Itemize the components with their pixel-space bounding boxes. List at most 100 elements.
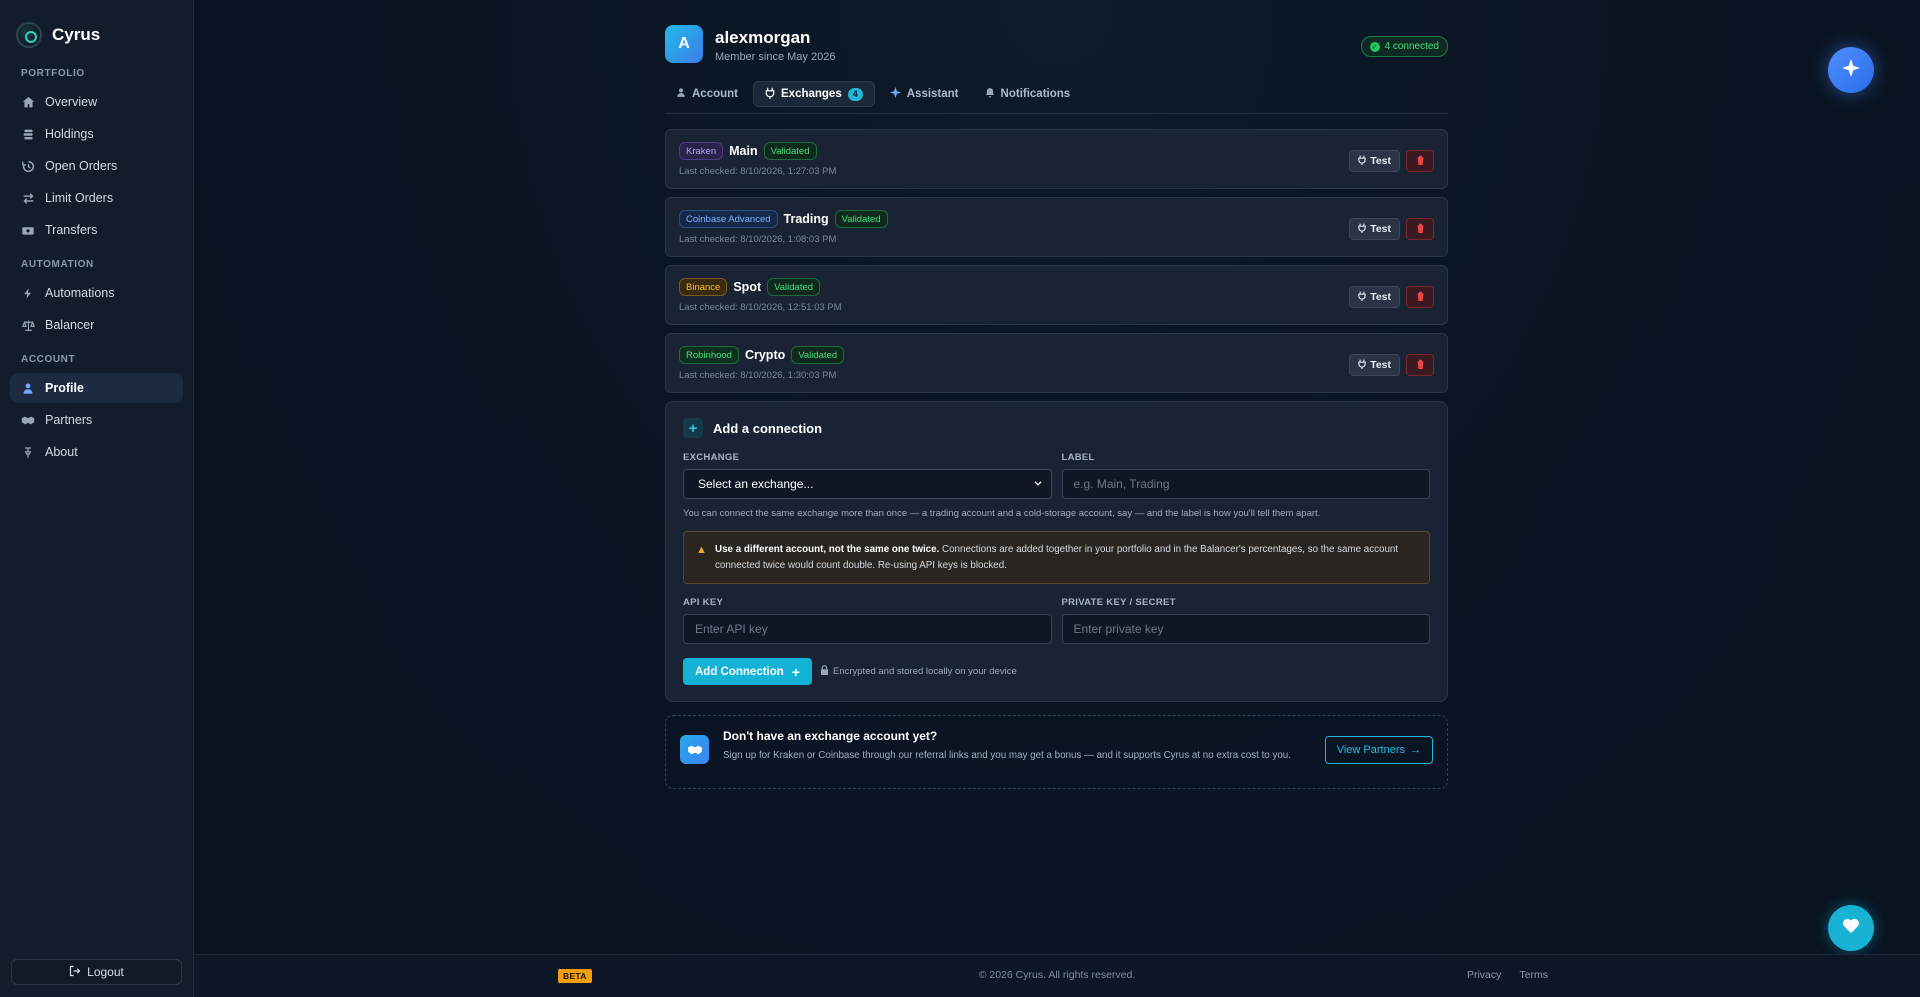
plug-icon <box>1358 223 1366 236</box>
sidebar-item-limit-orders[interactable]: Limit Orders <box>10 183 183 213</box>
user-icon <box>676 87 686 101</box>
last-checked: Last checked: 8/10/2026, 1:08:03 PM <box>679 234 837 245</box>
add-connection-button[interactable]: Add Connection + <box>683 658 812 685</box>
duplicate-account-warning: ▲ Use a different account, not the same … <box>683 531 1430 584</box>
nav-heading: ACCOUNT <box>21 354 76 365</box>
tab-exchanges[interactable]: Exchanges 4 <box>753 81 875 107</box>
pin-icon <box>21 445 35 459</box>
partners-promo-card: Don't have an exchange account yet? Sign… <box>665 715 1448 789</box>
delete-connection-button[interactable] <box>1406 150 1434 172</box>
arrow-right-icon: → <box>1410 744 1421 756</box>
money-icon <box>21 223 35 237</box>
brand-name: Cyrus <box>52 25 101 44</box>
sidebar-item-profile[interactable]: Profile <box>10 373 183 403</box>
sidebar-item-overview[interactable]: Overview <box>10 87 183 117</box>
nav-section-account: ACCOUNT Profile Partners About <box>0 342 193 467</box>
privacy-link[interactable]: Privacy <box>1467 969 1501 981</box>
nav-heading: AUTOMATION <box>21 259 94 270</box>
tab-notifications[interactable]: Notifications <box>974 81 1082 107</box>
api-key-field-label: API KEY <box>683 597 724 608</box>
test-connection-button[interactable]: Test <box>1349 286 1400 308</box>
footer: BETA © 2026 Cyrus. All rights reserved. … <box>194 954 1920 997</box>
label-input[interactable]: e.g. Main, Trading <box>1061 469 1430 499</box>
sidebar-item-about[interactable]: About <box>10 437 183 467</box>
add-connection-card: + Add a connection EXCHANGE Select an ex… <box>665 401 1448 702</box>
trash-icon <box>1416 356 1425 374</box>
test-connection-button[interactable]: Test <box>1349 218 1400 240</box>
connected-count: 4 connected <box>1384 41 1440 52</box>
tab-label: Exchanges <box>781 88 842 100</box>
sidebar-item-balancer[interactable]: Balancer <box>10 310 183 340</box>
exchange-badge: Kraken <box>679 142 724 160</box>
connection-list: Kraken Main Validated Last checked: 8/10… <box>665 129 1448 393</box>
sidebar-item-holdings[interactable]: Holdings <box>10 119 183 149</box>
sparkle-icon <box>889 87 901 101</box>
secure-note-text: Encrypted and stored locally on your dev… <box>832 666 1017 677</box>
tab-account[interactable]: Account <box>665 81 749 107</box>
tab-assistant[interactable]: Assistant <box>879 81 970 107</box>
logout-label: Logout <box>87 965 124 979</box>
sidebar-item-label: Limit Orders <box>45 191 114 205</box>
assistant-fab-button[interactable] <box>1828 47 1874 93</box>
view-partners-label: View Partners <box>1336 744 1405 756</box>
terms-link[interactable]: Terms <box>1519 969 1548 981</box>
view-partners-button[interactable]: View Partners → <box>1324 736 1433 764</box>
main-area: A alexmorgan Member since May 2026 ✓ 4 c… <box>194 0 1920 997</box>
username: alexmorgan <box>715 28 811 47</box>
api-key-input[interactable]: Enter API key <box>683 614 1052 644</box>
exchange-hint: You can connect the same exchange more t… <box>683 508 1321 519</box>
connection-label: Spot <box>733 280 762 294</box>
add-connection-title: Add a connection <box>713 420 823 436</box>
test-connection-button[interactable]: Test <box>1349 354 1400 376</box>
member-since: Member since May 2026 <box>715 51 836 63</box>
test-label: Test <box>1370 359 1391 371</box>
sidebar-item-label: Profile <box>45 381 84 395</box>
status-badge: Validated <box>834 210 888 228</box>
delete-connection-button[interactable] <box>1406 286 1434 308</box>
add-connection-label: Add Connection <box>695 665 784 678</box>
sidebar-item-open-orders[interactable]: Open Orders <box>10 151 183 181</box>
test-label: Test <box>1370 291 1391 303</box>
delete-connection-button[interactable] <box>1406 218 1434 240</box>
connection-label: Main <box>729 144 758 158</box>
connection-label: Crypto <box>744 348 786 362</box>
secret-input[interactable]: Enter private key <box>1061 614 1430 644</box>
partners-promo-description: Sign up for Kraken or Coinbase through o… <box>723 750 1291 761</box>
tab-count-badge: 4 <box>847 87 863 101</box>
sidebar-item-label: Holdings <box>45 127 94 141</box>
trash-icon <box>1416 220 1425 238</box>
profile-content: A alexmorgan Member since May 2026 ✓ 4 c… <box>665 25 1448 789</box>
sidebar-item-automations[interactable]: Automations <box>10 278 183 308</box>
connected-status-badge: ✓ 4 connected <box>1360 36 1448 57</box>
sidebar-item-label: Overview <box>45 95 98 109</box>
connection-card-coinbase: Coinbase Advanced Trading Validated Last… <box>665 197 1448 257</box>
warning-icon: ▲ <box>696 544 707 556</box>
plug-icon <box>765 87 775 102</box>
test-connection-button[interactable]: Test <box>1349 150 1400 172</box>
trash-icon <box>1416 152 1425 170</box>
last-checked: Last checked: 8/10/2026, 1:27:03 PM <box>679 166 837 177</box>
status-badge: Validated <box>767 278 821 296</box>
bolt-icon <box>21 286 35 300</box>
brand-logo-icon <box>16 22 42 48</box>
exchange-field-label: EXCHANGE <box>683 452 740 463</box>
label-field-label: LABEL <box>1061 452 1095 463</box>
history-icon <box>21 159 35 173</box>
sidebar: Cyrus PORTFOLIO Overview Holdings Open O… <box>0 0 194 997</box>
sidebar-item-partners[interactable]: Partners <box>10 405 183 435</box>
exchange-select[interactable]: Select an exchange... <box>683 469 1052 499</box>
exchange-badge: Binance <box>679 278 728 296</box>
plug-icon <box>1358 291 1366 304</box>
sidebar-item-transfers[interactable]: Transfers <box>10 215 183 245</box>
nav-section-automation: AUTOMATION Automations Balancer <box>0 247 193 340</box>
copyright: © 2026 Cyrus. All rights reserved. <box>978 969 1136 981</box>
delete-connection-button[interactable] <box>1406 354 1434 376</box>
plus-icon: + <box>683 418 703 438</box>
support-heart-button[interactable] <box>1828 905 1874 951</box>
bell-icon <box>985 87 995 101</box>
profile-header: A alexmorgan Member since May 2026 ✓ 4 c… <box>665 25 1448 73</box>
avatar: A <box>665 25 703 63</box>
brand[interactable]: Cyrus <box>0 0 193 56</box>
plus-icon: + <box>791 663 800 680</box>
logout-button[interactable]: Logout <box>11 959 182 985</box>
